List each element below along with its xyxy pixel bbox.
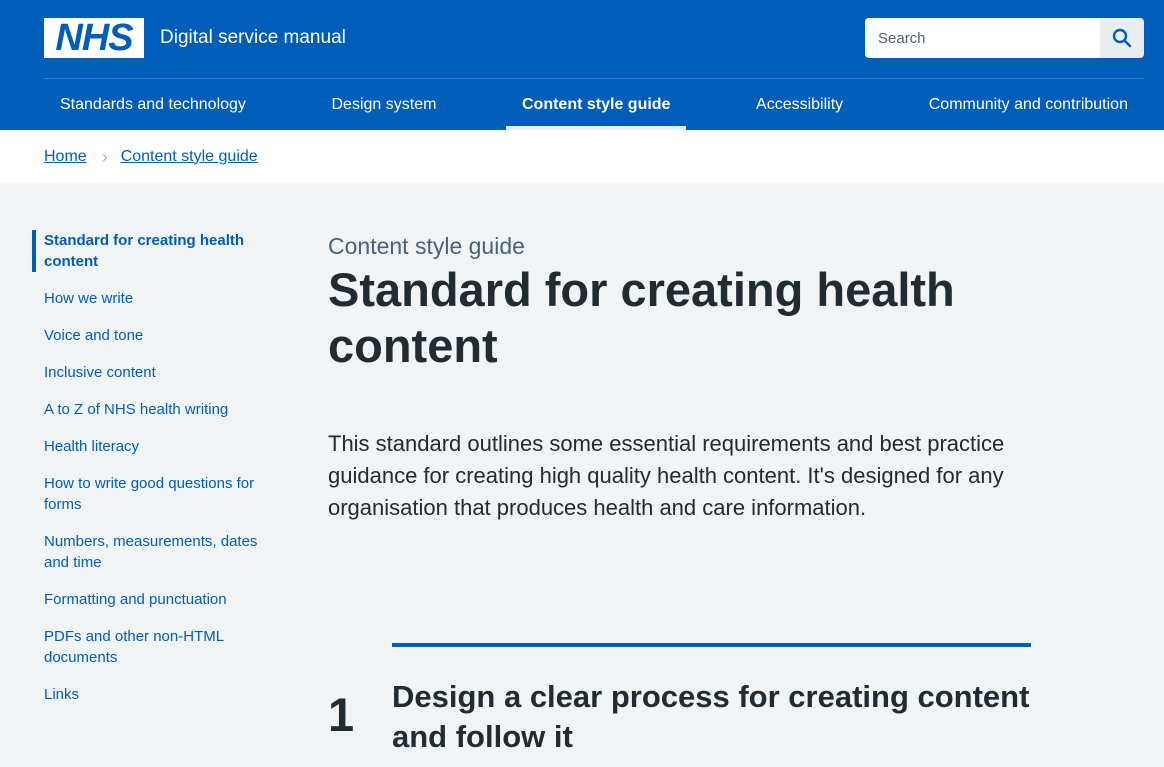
nav-item-accessibility[interactable]: Accessibility	[740, 79, 859, 130]
primary-nav: Standards and technology Design system C…	[44, 79, 1144, 130]
sidebar-item-how-we-write[interactable]: How we write	[32, 288, 272, 309]
breadcrumb: Home › Content style guide	[0, 130, 1164, 183]
page-title: Standard for creating health content	[328, 263, 955, 372]
nhs-logo[interactable]: NHS	[44, 18, 144, 58]
chevron-right-icon: ›	[101, 146, 108, 167]
page-content: Content style guide Standard for creatin…	[328, 231, 1038, 524]
nav-item-community-and-contribution[interactable]: Community and contribution	[913, 79, 1144, 130]
breadcrumb-content-style-guide-link[interactable]: Content style guide	[121, 148, 258, 166]
sidebar-item-questions-for-forms[interactable]: How to write good questions for forms	[32, 473, 272, 515]
sidebar-item-links[interactable]: Links	[32, 684, 272, 705]
nav-item-design-system[interactable]: Design system	[316, 79, 453, 130]
sidebar-item-voice-and-tone[interactable]: Voice and tone	[32, 325, 272, 346]
search-button[interactable]	[1100, 18, 1144, 58]
main-content-area: Standard for creating health content How…	[0, 183, 1164, 767]
step-number: 1	[328, 688, 355, 741]
search-form	[865, 18, 1144, 58]
sidebar-item-pdfs-and-non-html[interactable]: PDFs and other non-HTML documents	[32, 626, 272, 668]
site-header: NHS Digital service manual Standards and…	[0, 0, 1164, 130]
sidebar-item-a-to-z[interactable]: A to Z of NHS health writing	[32, 399, 272, 420]
sidebar-item-numbers-measurements[interactable]: Numbers, measurements, dates and time	[32, 531, 272, 573]
breadcrumb-home-link[interactable]: Home	[44, 148, 87, 166]
nav-item-standards-and-technology[interactable]: Standards and technology	[44, 79, 262, 130]
sidebar-item-formatting-and-punctuation[interactable]: Formatting and punctuation	[32, 589, 272, 610]
search-input[interactable]	[865, 18, 1100, 58]
step-heading: Design a clear process for creating cont…	[392, 679, 1030, 754]
step-divider	[392, 643, 1031, 647]
page-caption: Content style guide	[328, 233, 525, 259]
nav-item-content-style-guide[interactable]: Content style guide	[506, 79, 687, 130]
side-navigation: Standard for creating health content How…	[32, 230, 272, 721]
service-name[interactable]: Digital service manual	[160, 27, 346, 49]
search-icon	[1112, 28, 1132, 48]
sidebar-item-inclusive-content[interactable]: Inclusive content	[32, 362, 272, 383]
sidebar-item-health-literacy[interactable]: Health literacy	[32, 436, 272, 457]
lede-paragraph: This standard outlines some essential re…	[328, 431, 1005, 520]
sidebar-item-standard-for-creating-health-content[interactable]: Standard for creating health content	[32, 230, 272, 272]
nhs-logo-text: NHS	[55, 17, 133, 59]
